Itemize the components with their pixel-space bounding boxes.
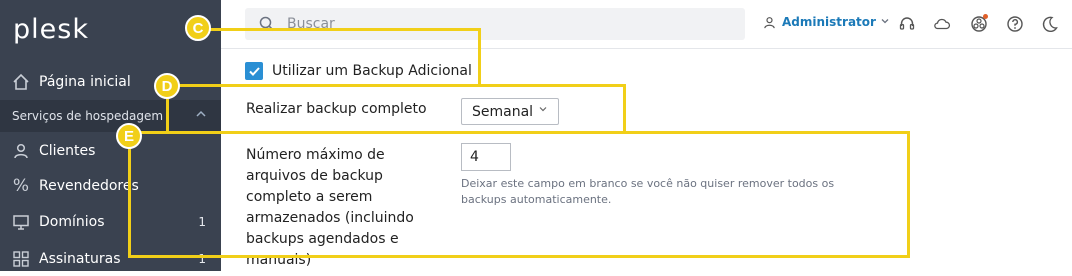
annotation-frame-d: [166, 84, 626, 134]
section-label: Serviços de hospedagem: [12, 109, 164, 123]
user-icon: [763, 16, 776, 29]
headset-icon[interactable]: [898, 15, 916, 33]
percent-icon: %: [12, 176, 30, 196]
notification-dot: [983, 14, 988, 19]
cloud-icon[interactable]: [933, 15, 951, 33]
annotation-frame-e: [128, 131, 910, 258]
user-name: Administrator: [782, 15, 876, 29]
sidebar-item-label: Domínios: [39, 214, 105, 230]
sidebar-item-label: Página inicial: [39, 74, 131, 90]
grid-icon: [11, 249, 31, 269]
extensions-icon[interactable]: [970, 14, 988, 33]
annotation-badge-c: C: [185, 15, 211, 41]
user-icon: [11, 141, 31, 161]
sidebar-item-label: Assinaturas: [39, 251, 121, 267]
sidebar-item-label: Revendedores: [39, 178, 139, 194]
sidebar-item-label: Clientes: [39, 143, 96, 159]
monitor-icon: [11, 212, 31, 232]
home-icon: [11, 72, 31, 92]
annotation-badge-e: E: [116, 123, 142, 149]
moon-icon[interactable]: [1041, 15, 1059, 33]
annotation-badge-d: D: [154, 73, 180, 99]
plesk-logo[interactable]: plesk: [13, 14, 89, 45]
chevron-down-icon: [881, 17, 889, 28]
annotation-frame-c: [197, 28, 481, 85]
user-menu[interactable]: Administrator: [763, 15, 889, 29]
help-icon[interactable]: [1006, 15, 1024, 33]
